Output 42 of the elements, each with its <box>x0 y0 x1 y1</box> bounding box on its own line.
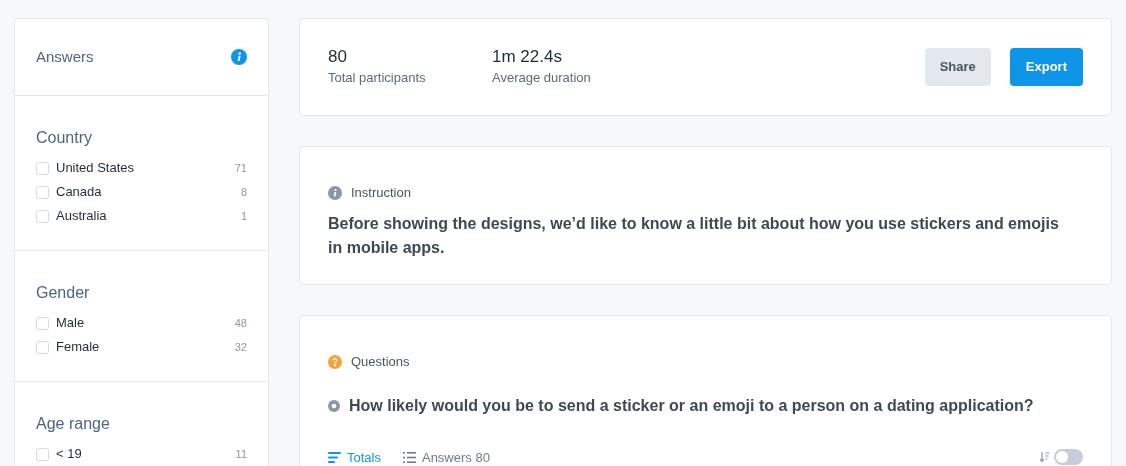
question-icon <box>328 354 342 369</box>
option-count: 11 <box>235 446 247 462</box>
checkbox[interactable] <box>36 209 49 223</box>
section-label: Instruction <box>351 184 411 202</box>
option-count: 8 <box>240 184 247 200</box>
stat-value: 1m 22.4s <box>492 46 563 69</box>
checkbox[interactable] <box>36 340 49 354</box>
sort-toggle[interactable] <box>1054 449 1083 466</box>
filter-title: Age range <box>36 414 111 434</box>
filter-option: < 19 <box>56 444 236 464</box>
filter-option: Australia <box>56 206 241 226</box>
option-count: 32 <box>234 339 247 355</box>
stat-label: Average duration <box>492 69 592 88</box>
view-tab[interactable]: Answers 80 <box>402 447 490 466</box>
option-count: 71 <box>234 160 247 176</box>
checkbox[interactable] <box>36 447 49 461</box>
stat-value: 80 <box>328 46 348 69</box>
filter-option: Canada <box>56 182 241 202</box>
checkbox[interactable] <box>36 161 49 175</box>
bars-icon <box>328 451 341 463</box>
share-button[interactable]: Share <box>924 48 991 86</box>
option-count: 48 <box>234 315 247 331</box>
section-label: Questions <box>351 353 410 371</box>
filter-option: Female <box>56 337 235 357</box>
checkbox[interactable] <box>36 316 49 330</box>
filter-option: United States <box>56 158 235 178</box>
instruction-text: Before showing the designs, we’d like to know a little bit about how you use stickers and emojis in mobile apps. <box>328 213 1060 258</box>
checkbox[interactable] <box>36 185 49 199</box>
radio-icon <box>328 399 340 412</box>
sort-icon <box>1040 451 1050 463</box>
question-text: How likely would you be to send a sticker or an emoji to a person on a dating application? <box>349 395 1034 416</box>
option-count: 1 <box>240 208 247 224</box>
info-icon[interactable] <box>231 49 247 65</box>
list-icon <box>402 451 416 463</box>
export-button[interactable]: Export <box>1009 48 1083 86</box>
panel-title: Answers <box>36 46 94 67</box>
stat-label: Total participants <box>328 69 427 88</box>
view-tab[interactable]: Totals <box>328 447 381 466</box>
filter-title: Country <box>36 128 94 148</box>
filter-option: Male <box>56 313 235 333</box>
info-icon <box>328 185 342 200</box>
filter-title: Gender <box>36 283 91 303</box>
